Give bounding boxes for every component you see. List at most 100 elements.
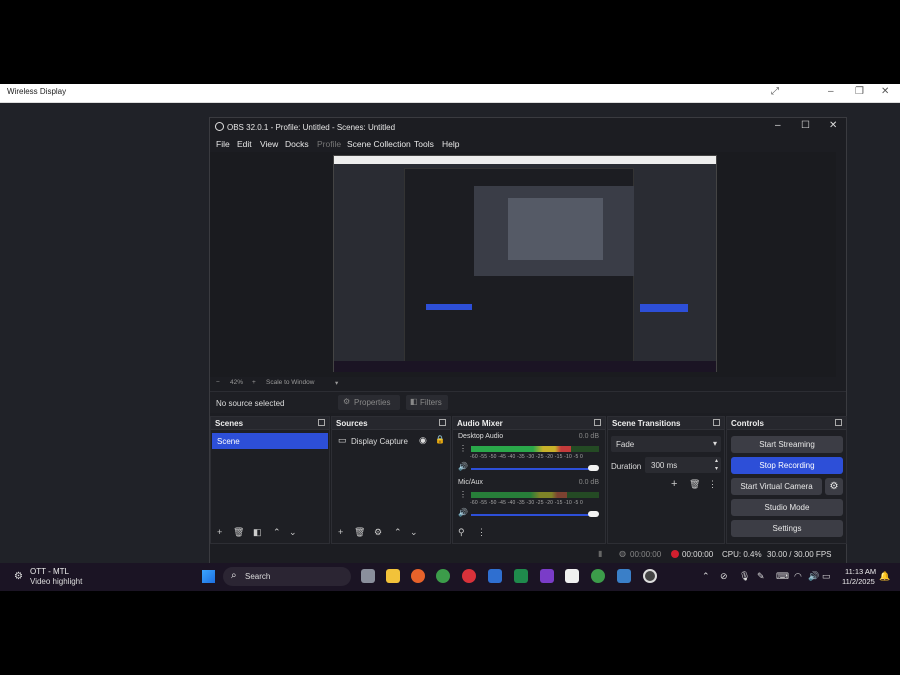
scene-transitions-title: Scene Transitions [612,419,681,428]
obs-icon[interactable] [643,569,657,583]
move-down-icon[interactable]: ⌄ [410,527,418,538]
add-icon[interactable]: + [217,527,222,537]
scene-item[interactable]: Scene [212,433,328,449]
menu-edit[interactable]: Edit [237,139,252,149]
file-explorer-icon[interactable] [386,569,400,583]
start-streaming-button[interactable]: Start Streaming [731,436,843,453]
more-icon[interactable]: ⋮ [477,527,486,538]
gear-icon[interactable]: ⚙ [825,478,843,495]
windows-start-icon[interactable] [202,570,215,583]
menu-docks[interactable]: Docks [285,139,309,149]
chevron-up-icon[interactable]: ⌃ [702,571,710,582]
camera-off-icon[interactable]: ⊘ [720,571,728,582]
weather-title[interactable]: OTT - MTL [30,567,69,576]
excel-icon[interactable] [514,569,528,583]
menu-profile[interactable]: Profile [317,139,341,149]
notification-icon[interactable]: 🔔 [879,571,890,582]
preview-capture [333,155,717,372]
filters-label: Filters [420,398,442,407]
undock-icon[interactable] [318,419,325,426]
add-icon[interactable]: + [671,478,677,490]
more-icon[interactable]: ⋮ [708,479,717,490]
filters-button[interactable]: ◧ Filters [406,395,448,410]
volume-icon[interactable]: 🔊 [808,571,819,582]
audio-meter-fill [471,492,567,498]
speaker-icon[interactable]: 🔊 [458,462,468,471]
more-icon[interactable]: ⋮ [459,490,467,499]
zoom-dropdown-icon[interactable]: ▾ [335,379,338,387]
studio-mode-button[interactable]: Studio Mode [731,499,843,516]
gear-icon[interactable]: ⚙ [374,527,382,538]
volume-slider-knob[interactable] [588,465,599,471]
chrome-icon[interactable] [436,569,450,583]
firefox-icon[interactable] [411,569,425,583]
duration-input[interactable]: 300 ms ▴ ▾ [645,457,721,473]
menu-scene-collection[interactable]: Scene Collection [347,139,411,149]
minimize-icon[interactable]: – [828,86,834,97]
more-icon[interactable]: ⋮ [459,444,467,453]
keyboard-icon[interactable]: ⌨ [776,571,789,582]
move-up-icon[interactable]: ⌃ [273,527,281,538]
scenes-dock: Scenes Scene + 🗑 ◧ ⌃ ⌄ [210,416,330,544]
trash-icon[interactable]: 🗑 [354,527,365,538]
settings-button[interactable]: Settings [731,520,843,537]
transition-select[interactable]: Fade ▾ [611,436,721,452]
chrome-icon[interactable] [591,569,605,583]
word-icon[interactable] [488,569,502,583]
add-icon[interactable]: + [338,527,343,537]
volume-slider-knob[interactable] [588,511,599,517]
weather-icon[interactable]: ⚙ [14,571,23,582]
undock-icon[interactable] [439,419,446,426]
audio-meter [471,446,599,452]
speaker-icon[interactable]: 🔊 [458,508,468,517]
menu-file[interactable]: File [216,139,230,149]
app-icon[interactable] [462,569,476,583]
app-icon[interactable] [617,569,631,583]
move-up-icon[interactable]: ⌃ [394,527,402,538]
search-box[interactable]: ⌕ Search [223,567,351,586]
menu-help[interactable]: Help [442,139,459,149]
restore-icon[interactable]: ❐ [855,86,864,97]
zoom-mode[interactable]: Scale to Window [266,379,314,386]
zoom-out-button[interactable]: − [216,379,220,386]
controls-title: Controls [731,419,764,428]
stop-recording-button[interactable]: Stop Recording [731,457,843,474]
zoom-in-button[interactable]: + [252,379,256,386]
wireless-display-title: Wireless Display [7,87,67,96]
app-icon[interactable] [540,569,554,583]
volume-slider[interactable] [471,468,595,470]
trash-icon[interactable]: 🗑 [689,479,700,490]
audio-meter-fill [471,446,571,452]
eye-icon[interactable]: ◉ [419,435,427,446]
lock-icon[interactable]: 🔒 [435,435,445,444]
chevron-up-icon[interactable]: ▴ [715,457,718,464]
wifi-icon[interactable]: ◠ [794,571,802,582]
undock-icon[interactable] [835,419,842,426]
menu-view[interactable]: View [260,139,278,149]
task-view-icon[interactable] [361,569,375,583]
close-icon[interactable]: ✕ [881,86,889,97]
chevron-down-icon[interactable]: ▾ [715,465,718,472]
minimize-icon[interactable]: – [775,120,781,131]
pen-icon[interactable]: ✎ [757,571,765,582]
source-item[interactable]: ▭ Display Capture ◉ 🔒 [333,433,449,449]
trash-icon[interactable]: 🗑 [233,527,244,538]
properties-button[interactable]: ⚙ Properties [338,395,400,410]
mic-icon[interactable]: 🎙 [739,571,750,582]
app-icon[interactable] [565,569,579,583]
undock-icon[interactable] [713,419,720,426]
clock-time[interactable]: 11:13 AM [845,567,876,576]
start-virtual-camera-button[interactable]: Start Virtual Camera [731,478,822,495]
audio-mixer-dock: Audio Mixer Desktop Audio 0.0 dB ⋮ -60 -… [452,416,606,544]
volume-slider[interactable] [471,514,595,516]
close-icon[interactable]: ✕ [829,120,837,131]
undock-icon[interactable] [594,419,601,426]
menu-tools[interactable]: Tools [414,139,434,149]
maximize-icon[interactable]: ☐ [801,120,810,131]
expand-icon[interactable]: ⤢ [771,86,779,97]
battery-icon[interactable]: ▭ [822,571,831,582]
link-icon[interactable]: ⚲ [458,527,465,538]
clock-date[interactable]: 11/2/2025 [842,577,875,586]
filter-icon[interactable]: ◧ [253,527,262,538]
move-down-icon[interactable]: ⌄ [289,527,297,538]
